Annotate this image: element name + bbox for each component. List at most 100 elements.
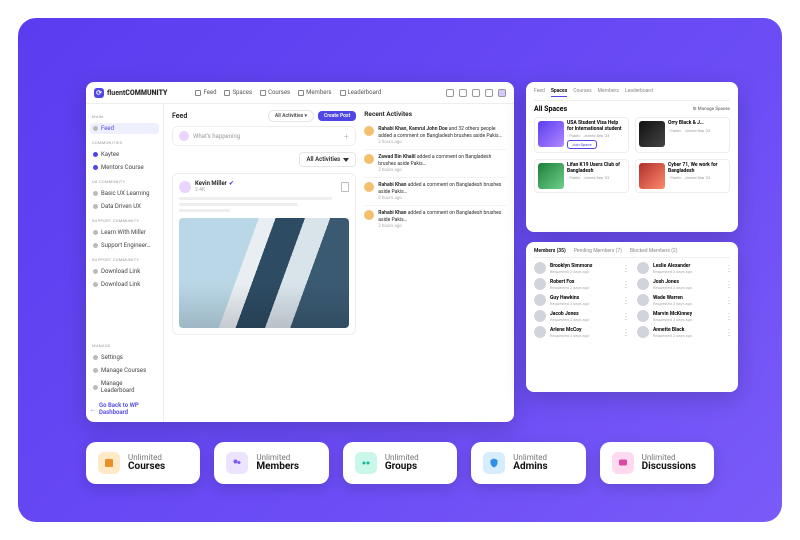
- sidebar-item-download-2[interactable]: Download Link: [90, 279, 159, 290]
- more-icon[interactable]: [625, 280, 627, 288]
- dashboard-window: ⟳ fluentCOMMUNITY Feed Spaces Courses Me…: [86, 82, 514, 422]
- go-back-button[interactable]: ←Go Back to WP Dashboard: [90, 402, 159, 416]
- composer-placeholder: What's happening: [193, 133, 240, 140]
- space-thumb: [639, 163, 665, 189]
- avatar[interactable]: [179, 181, 191, 193]
- sidebar-item-manage-leaderboard[interactable]: Manage Leaderboard: [90, 378, 159, 396]
- sidebar-item-learn-miller[interactable]: Learn With Miller: [90, 227, 159, 238]
- tab-pending[interactable]: Pending Members (7): [574, 248, 622, 254]
- recent-item[interactable]: Rahabi Khan, Kamrul John Doe and 32 othe…: [364, 122, 506, 150]
- more-icon[interactable]: [728, 264, 730, 272]
- member-row[interactable]: Josh JonesRequested 2 days ago: [637, 278, 730, 290]
- help-icon[interactable]: [459, 89, 467, 97]
- chip-courses: UnlimitedCourses: [86, 442, 200, 484]
- space-card[interactable]: Orry Black & J…◦ Public Joined Sep '23: [635, 117, 730, 153]
- more-icon[interactable]: [728, 296, 730, 304]
- tab-feed[interactable]: Feed: [534, 88, 545, 97]
- tab-leaderboard[interactable]: Leaderboard: [625, 88, 653, 97]
- spaces-topnav: Feed Spaces Courses Members Leaderboard: [534, 88, 730, 101]
- avatar: [637, 326, 649, 338]
- recent-item[interactable]: Zawad Bin Khalil added a comment on Bang…: [364, 150, 506, 178]
- page-title: Feed: [172, 112, 187, 120]
- sidebar-item-manage-courses[interactable]: Manage Courses: [90, 365, 159, 376]
- sidebar-item-support-eng[interactable]: Support Engineer…: [90, 240, 159, 251]
- topnav-feed[interactable]: Feed: [195, 89, 216, 96]
- members-window: Members (35) Pending Members (7) Blocked…: [526, 242, 738, 392]
- sidebar: MAIN Feed COMMUNITIES Kaytee Mentors Cou…: [86, 104, 164, 422]
- space-card[interactable]: USA Student Visa Help for International …: [534, 117, 629, 153]
- members-icon: [298, 90, 304, 96]
- tab-blocked[interactable]: Blocked Members (2): [630, 248, 678, 254]
- manage-spaces-button[interactable]: ⚙ Manage Spaces: [693, 107, 730, 112]
- sidebar-item-feed[interactable]: Feed: [90, 123, 159, 134]
- member-row[interactable]: Robert FoxRequested 2 days ago: [534, 278, 627, 290]
- sidebar-item-mentors[interactable]: Mentors Course: [90, 162, 159, 173]
- chat-icon[interactable]: [472, 89, 480, 97]
- avatar[interactable]: [498, 89, 506, 97]
- topnav-leaderboard[interactable]: Leaderboard: [340, 89, 382, 96]
- sidebar-item-basic-ux[interactable]: Basic UX Learning: [90, 188, 159, 199]
- tab-members[interactable]: Members (35): [534, 248, 566, 254]
- sidebar-section-support2: SUPPORT COMMUNITY: [92, 257, 159, 262]
- avatar: [179, 131, 189, 141]
- member-row[interactable]: Wade WarrenRequested 2 days ago: [637, 294, 730, 306]
- post-image[interactable]: [179, 218, 349, 328]
- spaces-title: All Spaces: [534, 105, 567, 113]
- topnav-members[interactable]: Members: [298, 89, 331, 96]
- avatar: [364, 126, 374, 136]
- sidebar-item-data-ux[interactable]: Data Driven UX: [90, 201, 159, 212]
- space-card[interactable]: Cyber 71, We work for Bangladesh◦ Public…: [635, 159, 730, 193]
- activities-filter-pill[interactable]: All Activities ▾: [268, 110, 314, 122]
- space-card[interactable]: Lifan K19 Users Club of Bangladesh◦ Publ…: [534, 159, 629, 193]
- shield-icon: [483, 452, 505, 474]
- bookmark-icon[interactable]: [341, 182, 349, 192]
- join-button[interactable]: Join Space: [567, 140, 597, 149]
- feed-icon: [93, 126, 98, 131]
- search-icon[interactable]: [446, 89, 454, 97]
- sidebar-item-kaytee[interactable]: Kaytee: [90, 149, 159, 160]
- post-author[interactable]: Kevin Miller: [195, 180, 227, 187]
- more-icon[interactable]: [728, 328, 730, 336]
- member-row[interactable]: Guy HawkinsRequested 2 days ago: [534, 294, 627, 306]
- more-icon[interactable]: [625, 312, 627, 320]
- topnav-courses[interactable]: Courses: [260, 89, 290, 96]
- groups-icon: [355, 452, 377, 474]
- member-row[interactable]: Annette BlackRequested 2 days ago: [637, 326, 730, 338]
- composer-input[interactable]: What's happening ＋: [172, 126, 356, 146]
- download-icon: [93, 282, 98, 287]
- more-icon[interactable]: [728, 280, 730, 288]
- more-icon[interactable]: [625, 296, 627, 304]
- topnav: Feed Spaces Courses Members Leaderboard: [195, 89, 438, 96]
- sidebar-section-support: SUPPORT COMMUNITY: [92, 218, 159, 223]
- activities-dropdown[interactable]: All Activities: [299, 152, 356, 167]
- sidebar-item-settings[interactable]: Settings: [90, 352, 159, 363]
- courses-icon: [260, 90, 266, 96]
- plus-icon[interactable]: ＋: [343, 132, 349, 141]
- member-row[interactable]: Marvin McKinneyRequested 2 days ago: [637, 310, 730, 322]
- sidebar-item-download-1[interactable]: Download Link: [90, 266, 159, 277]
- tab-members[interactable]: Members: [598, 88, 619, 97]
- avatar: [534, 310, 546, 322]
- topnav-spaces[interactable]: Spaces: [224, 89, 252, 96]
- member-row[interactable]: Brooklyn SimmonsRequested 2 days ago: [534, 262, 627, 274]
- chevron-down-icon: [343, 158, 349, 162]
- logo[interactable]: ⟳ fluentCOMMUNITY: [94, 88, 167, 98]
- more-icon[interactable]: [728, 312, 730, 320]
- arrow-left-icon: ←: [90, 406, 96, 413]
- download-icon: [93, 269, 98, 274]
- create-post-button[interactable]: Create Post: [318, 111, 356, 121]
- recent-item[interactable]: Rahabi Khan added a comment on Banglades…: [364, 178, 506, 206]
- tab-courses[interactable]: Courses: [573, 88, 591, 97]
- feed-post: Kevin Miller✔ 2.4K: [172, 173, 356, 335]
- bell-icon[interactable]: [485, 89, 493, 97]
- member-row[interactable]: Arlene McCoyRequested 2 days ago: [534, 326, 627, 338]
- avatar: [364, 154, 374, 164]
- member-row[interactable]: Leslie AlexanderRequested 2 days ago: [637, 262, 730, 274]
- tab-spaces[interactable]: Spaces: [551, 88, 567, 97]
- avatar: [364, 210, 374, 220]
- recent-item[interactable]: Rahabi Khan added a comment on Banglades…: [364, 206, 506, 233]
- member-row[interactable]: Jacob JonesRequested 2 days ago: [534, 310, 627, 322]
- more-icon[interactable]: [625, 328, 627, 336]
- avatar: [637, 262, 649, 274]
- more-icon[interactable]: [625, 264, 627, 272]
